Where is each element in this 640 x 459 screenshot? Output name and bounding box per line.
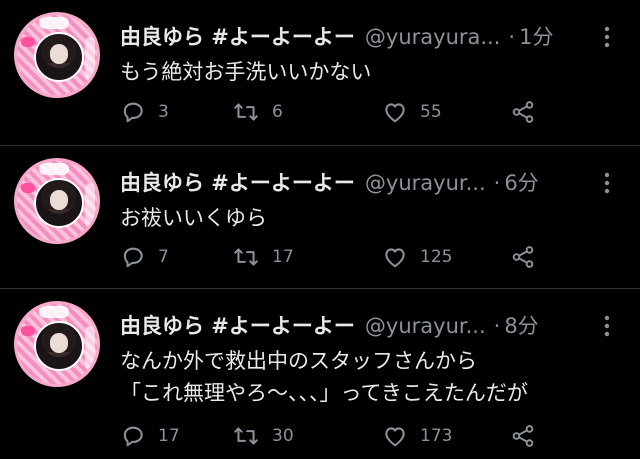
heart-icon [385,248,405,268]
tweet-header: 由良ゆら #よーよーよー @yurayura... · 1分 [120,22,553,52]
tweet-text: お祓いいくゆら [120,202,630,234]
reply-count: 3 [158,102,169,122]
like-count: 55 [420,102,442,122]
avatar-heart [21,326,35,336]
avatar-badge [39,17,69,29]
more-vertical-icon[interactable] [598,313,616,339]
retweet-button[interactable]: 30 [232,421,294,451]
avatar[interactable] [14,301,100,387]
reply-count: 7 [158,247,169,267]
reply-button[interactable]: 3 [120,97,169,127]
header-separator: · [508,25,516,49]
tweet-actions: 7 17 125 [120,242,640,272]
display-name[interactable]: 由良ゆら #よーよーよー [120,171,355,195]
more-vertical-icon[interactable] [598,24,616,50]
tweet-time[interactable]: 6分 [504,171,538,195]
avatar-heart [21,183,35,193]
share-button[interactable] [510,421,536,451]
tweet-text-line: お祓いいくゆら [120,206,267,230]
retweet-button[interactable]: 6 [232,97,283,127]
user-handle[interactable]: @yurayur... [365,171,486,195]
tweet-header: 由良ゆら #よーよーよー @yurayur... · 8分 [120,311,539,341]
tweet-header: 由良ゆら #よーよーよー @yurayur... · 6分 [120,168,539,198]
reply-icon [123,247,143,268]
share-icon [512,101,534,123]
display-name[interactable]: 由良ゆら #よーよーよー [120,314,355,338]
timeline: 由良ゆら #よーよーよー @yurayura... · 1分 もう絶対お手洗いいかない… [0,0,640,459]
heart-icon [385,427,405,447]
like-button[interactable]: 173 [382,421,452,451]
avatar[interactable] [14,158,100,244]
tweet-text: なんか外で救出中のスタッフさんから 「これ無理やろ〜、、、」ってきこえたんだが [120,345,630,409]
avatar[interactable] [14,12,100,98]
avatar-heart [21,37,35,47]
tweet-time[interactable]: 1分 [519,25,553,49]
avatar-ring-text [85,326,95,370]
header-separator: · [493,171,501,195]
retweet-icon [234,103,258,121]
tweet-text-line: なんか外で救出中のスタッフさんから [120,349,477,373]
like-count: 125 [420,247,453,267]
more-vertical-icon[interactable] [598,170,616,196]
retweet-icon [234,248,258,266]
like-button[interactable]: 125 [382,242,452,272]
avatar-ring-text [85,183,95,227]
reply-count: 17 [158,426,180,446]
retweet-count: 30 [272,426,294,446]
like-count: 173 [420,426,453,446]
tweet-time[interactable]: 8分 [504,314,538,338]
retweet-icon [234,427,258,445]
retweet-count: 6 [272,102,283,122]
tweet-text: もう絶対お手洗いいかない [120,56,630,88]
avatar-face [50,333,68,353]
retweet-button[interactable]: 17 [232,242,294,272]
reply-button[interactable]: 17 [120,421,180,451]
user-handle[interactable]: @yurayur... [365,314,486,338]
tweet[interactable]: 由良ゆら #よーよーよー @yurayura... · 1分 もう絶対お手洗いいかない… [0,0,640,145]
share-button[interactable] [510,97,536,127]
share-icon [512,246,534,268]
avatar-badge [39,306,69,318]
heart-icon [385,103,405,123]
avatar-badge [39,163,69,175]
tweet-actions: 3 6 55 [120,97,640,127]
user-handle[interactable]: @yurayura... [365,25,501,49]
tweet-actions: 17 30 173 [120,421,640,451]
retweet-count: 17 [272,247,294,267]
tweet-text-line: もう絶対お手洗いいかない [120,60,372,84]
avatar-face [50,44,68,64]
header-separator: · [493,314,501,338]
tweet-text-line: 「これ無理やろ〜、、、」ってきこえたんだが [120,381,528,405]
display-name[interactable]: 由良ゆら #よーよーよー [120,25,355,49]
avatar-face [50,190,68,210]
reply-icon [123,426,143,447]
reply-button[interactable]: 7 [120,242,169,272]
like-button[interactable]: 55 [382,97,442,127]
share-icon [512,425,534,447]
reply-icon [123,102,143,123]
share-button[interactable] [510,242,536,272]
avatar-ring-text [85,37,95,81]
